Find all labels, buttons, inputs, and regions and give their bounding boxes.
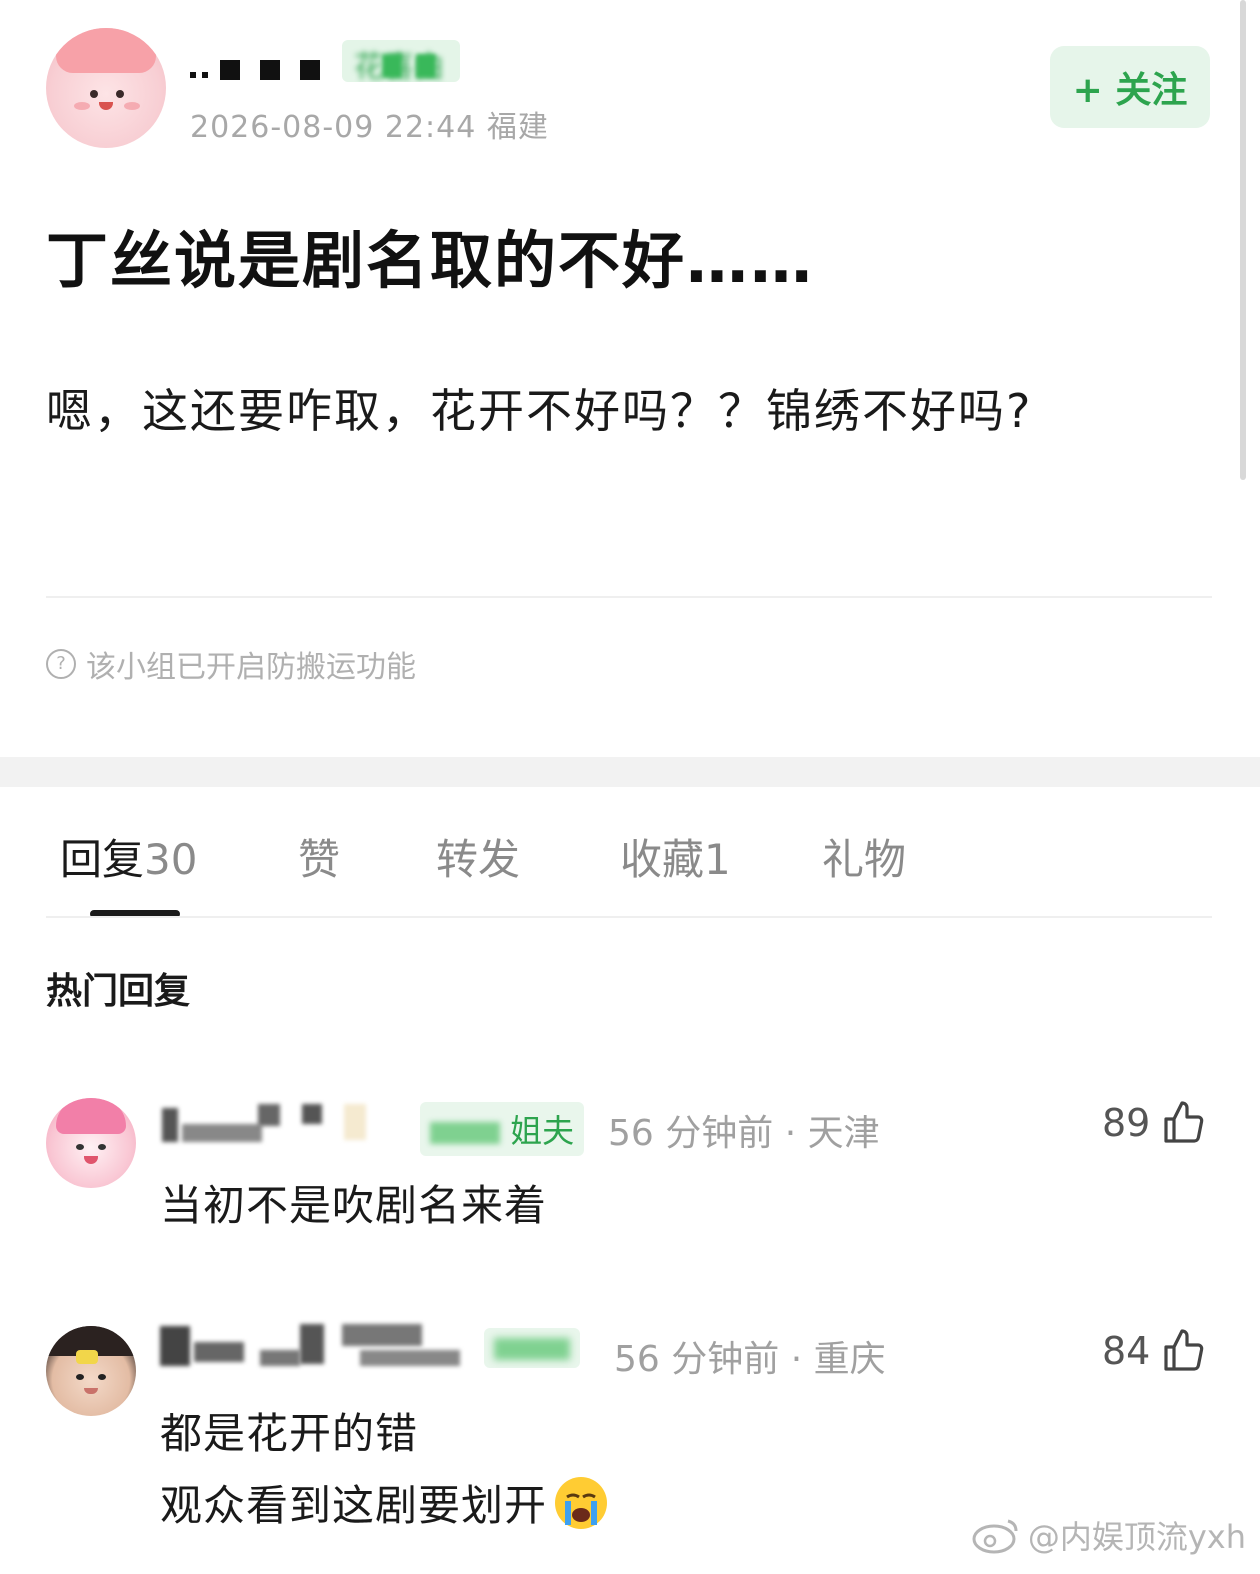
watermark: @内娱顶流yxh xyxy=(970,1512,1246,1558)
weibo-logo xyxy=(972,1519,1018,1554)
reply-username-obscured[interactable] xyxy=(162,1104,392,1144)
question-circle-icon: ? xyxy=(46,649,76,679)
tab-gifts[interactable]: 礼物 xyxy=(822,826,906,887)
reply-avatar[interactable] xyxy=(46,1098,136,1188)
reply-meta: 56 分钟前 · 重庆 xyxy=(614,1339,886,1380)
reply-like-button[interactable]: 89 xyxy=(1102,1098,1208,1148)
scrollbar[interactable] xyxy=(1240,0,1246,480)
like-count: 89 xyxy=(1102,1101,1151,1145)
reply-like-button[interactable]: 84 xyxy=(1102,1326,1208,1376)
reply-tag xyxy=(484,1328,580,1368)
author-name-obscured[interactable] xyxy=(190,58,330,82)
tab-likes[interactable]: 赞 xyxy=(298,826,340,887)
notice-text: 该小组已开启防搬运功能 xyxy=(86,650,416,685)
follow-button[interactable]: + 关注 xyxy=(1050,46,1210,128)
thumbs-up-icon xyxy=(1164,1101,1204,1143)
post-date-location: 2026-08-09 22:44 福建 xyxy=(190,110,549,145)
hot-replies-title: 热门回复 xyxy=(46,971,191,1012)
post-body: 嗯，这还要咋取，花开不好吗？？锦绣不好吗? xyxy=(46,384,1033,438)
divider xyxy=(46,596,1212,598)
crying-face-emoji xyxy=(555,1476,608,1529)
reply-meta: 56 分钟前 · 天津 xyxy=(608,1113,880,1154)
author-avatar[interactable] xyxy=(46,28,166,148)
reply-text-line: 都是花开的错 xyxy=(160,1409,419,1458)
reply-text: 当初不是吹剧名来着 xyxy=(160,1181,548,1230)
section-separator xyxy=(0,757,1260,787)
tabs-divider xyxy=(46,916,1212,918)
like-count: 84 xyxy=(1102,1329,1151,1373)
reply-avatar[interactable] xyxy=(46,1326,136,1416)
tab-replies[interactable]: 回复30 xyxy=(60,826,197,887)
reply-username-obscured[interactable] xyxy=(160,1324,470,1370)
post-title: 丁丝说是剧名取的不好…… xyxy=(46,224,815,297)
anti-repost-notice: ? 该小组已开启防搬运功能 xyxy=(46,642,416,686)
thumbs-up-icon xyxy=(1164,1329,1204,1371)
reply-text-line: 观众看到这剧要划开 xyxy=(160,1472,609,1533)
tab-favorites[interactable]: 收藏1 xyxy=(620,826,731,887)
reply-tag: 姐夫 xyxy=(420,1102,585,1156)
author-tag: 花喜由 xyxy=(342,40,460,82)
tab-reposts[interactable]: 转发 xyxy=(436,826,520,887)
